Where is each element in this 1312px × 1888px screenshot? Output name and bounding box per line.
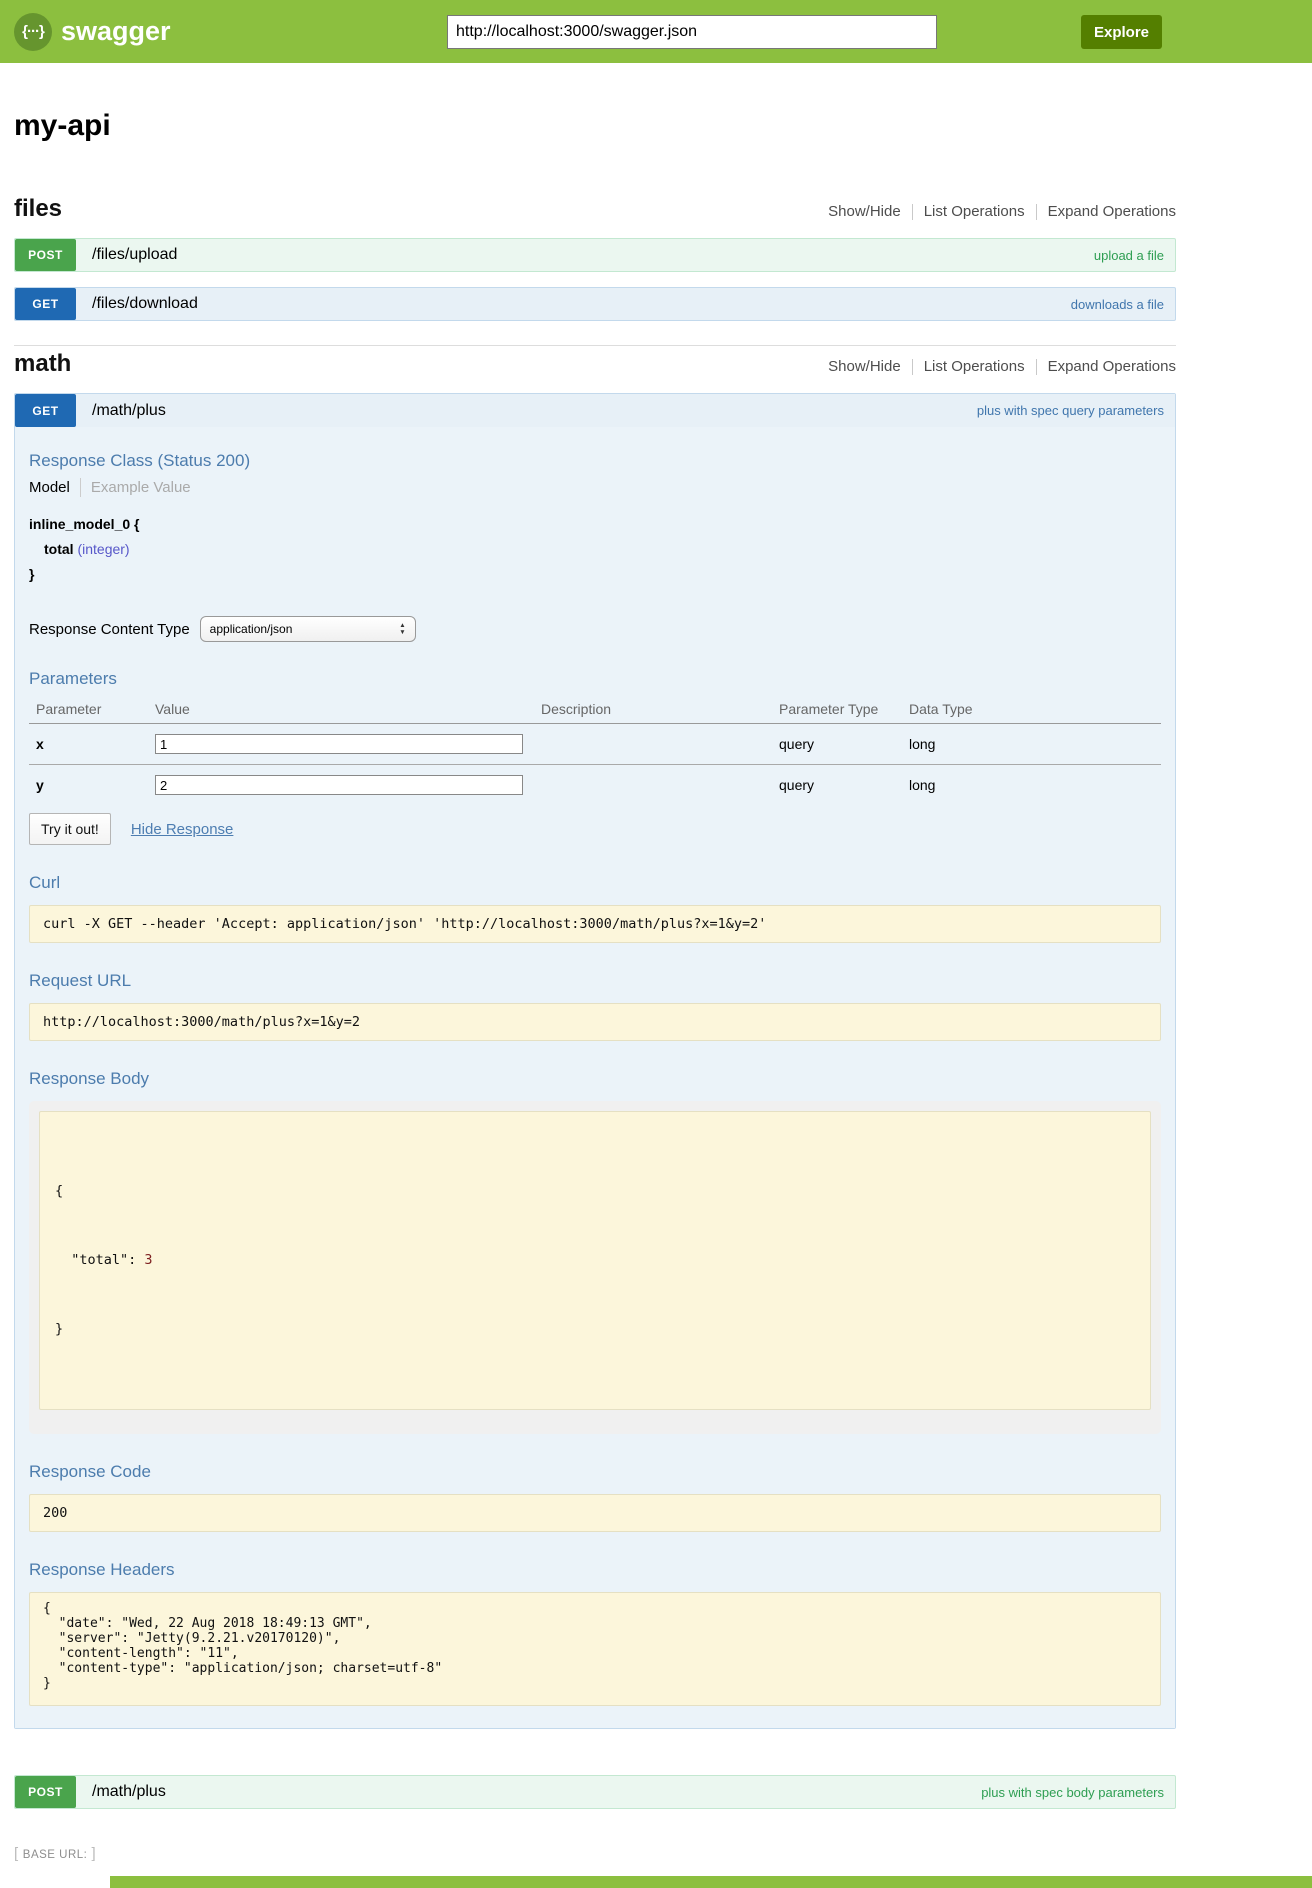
response-headers-json: { "date": "Wed, 22 Aug 2018 18:49:13 GMT… [29,1592,1161,1706]
parameter-x-input[interactable] [155,734,523,754]
math-section-header: math Show/Hide List Operations Expand Op… [14,350,1176,378]
curl-heading: Curl [29,873,1161,893]
col-header-parameter: Parameter [29,696,155,724]
operation-summary: downloads a file [1071,297,1164,312]
model-open-line: inline_model_0 { [29,512,1161,537]
parameter-y-input[interactable] [155,775,523,795]
response-content-type-row: Response Content Type application/json ▲… [29,616,1161,642]
parameters-table: Parameter Value Description Parameter Ty… [29,696,1161,805]
response-body-close-brace: } [55,1318,1135,1341]
operation-path-link[interactable]: /math/plus [92,1783,166,1801]
response-body-total-line: "total": 3 [55,1249,1135,1272]
operation-path-link[interactable]: /files/upload [92,246,177,264]
files-expand-operations-link[interactable]: Expand Operations [1037,203,1176,220]
files-section-controls: Show/Hide List Operations Expand Operati… [817,203,1176,220]
model-close-line: } [29,562,1161,587]
files-section-header: files Show/Hide List Operations Expand O… [14,195,1176,223]
operation-row-post-files-upload[interactable]: POST /files/upload upload a file [14,238,1176,272]
get-method-badge: GET [15,288,76,320]
math-expand-operations-link[interactable]: Expand Operations [1037,358,1176,375]
hide-response-link[interactable]: Hide Response [131,821,234,838]
json-key: "total": [71,1252,136,1268]
operation-detail-panel: Response Class (Status 200) Model Exampl… [15,427,1175,1728]
selected-content-type: application/json [210,622,293,636]
parameter-description [541,765,779,806]
operation-expanded-get-math-plus: GET /math/plus plus with spec query para… [14,393,1176,1729]
parameter-type: query [779,765,909,806]
bracket-open: [ [14,1845,19,1862]
json-value: 3 [144,1252,152,1268]
response-body-heading: Response Body [29,1069,1161,1089]
response-body-open-brace: { [55,1180,1135,1203]
files-show-hide-link[interactable]: Show/Hide [817,203,912,220]
operation-path-link[interactable]: /math/plus [92,402,166,420]
operation-summary: plus with spec query parameters [977,403,1164,418]
post-method-badge: POST [15,239,76,271]
response-body-container: { "total": 3 } [29,1101,1161,1434]
response-content-type-label: Response Content Type [29,621,190,638]
swagger-logo[interactable]: {···} swagger [14,13,171,51]
parameter-name: x [29,724,155,765]
parameter-type: query [779,724,909,765]
parameter-data-type: long [909,765,1161,806]
operation-path-link[interactable]: /files/download [92,295,198,313]
content-area: my-api files Show/Hide List Operations E… [0,109,1190,1809]
parameter-row-y: y query long [29,765,1161,806]
section-title-math[interactable]: math [14,350,71,378]
section-divider [14,345,1176,346]
curl-command: curl -X GET --header 'Accept: applicatio… [29,905,1161,943]
math-show-hide-link[interactable]: Show/Hide [817,358,912,375]
spec-url-input[interactable] [447,15,937,49]
response-body-code: { "total": 3 } [39,1111,1151,1410]
tab-divider [80,478,81,497]
operation-row-post-math-plus[interactable]: POST /math/plus plus with spec body para… [14,1775,1176,1809]
model-property-type: (integer) [77,541,129,557]
col-header-value: Value [155,696,541,724]
top-bar: {···} swagger Explore [0,0,1312,63]
model-property-line: total (integer) [29,537,1161,562]
post-method-badge: POST [15,1776,76,1808]
files-list-operations-link[interactable]: List Operations [913,203,1036,220]
operation-row-get-math-plus[interactable]: GET /math/plus plus with spec query para… [15,394,1175,427]
math-section-controls: Show/Hide List Operations Expand Operati… [817,358,1176,375]
parameters-heading: Parameters [29,669,1161,689]
response-content-type-select[interactable]: application/json ▲▼ [200,616,416,642]
tab-model[interactable]: Model [29,479,70,496]
base-url-footer: [ BASE URL: ] [14,1845,1312,1862]
operation-summary: upload a file [1094,248,1164,263]
explore-button[interactable]: Explore [1081,15,1162,49]
response-headers-heading: Response Headers [29,1560,1161,1580]
api-title: my-api [14,109,1176,143]
tab-example-value[interactable]: Example Value [91,479,191,496]
parameter-name: y [29,765,155,806]
section-title-files[interactable]: files [14,195,62,223]
parameter-description [541,724,779,765]
select-arrows-icon: ▲▼ [399,623,405,635]
model-tabs: Model Example Value [29,478,1161,497]
get-method-badge: GET [15,394,76,427]
col-header-parameter-type: Parameter Type [779,696,909,724]
model-signature: inline_model_0 { total (integer) } [29,512,1161,587]
response-code-value: 200 [29,1494,1161,1532]
math-list-operations-link[interactable]: List Operations [913,358,1036,375]
response-code-heading: Response Code [29,1462,1161,1482]
try-it-out-button[interactable]: Try it out! [29,813,111,845]
request-url-heading: Request URL [29,971,1161,991]
col-header-data-type: Data Type [909,696,1161,724]
response-class-heading: Response Class (Status 200) [29,451,1161,471]
bracket-close: ] [92,1845,97,1862]
try-it-out-row: Try it out! Hide Response [29,813,1161,845]
operation-summary: plus with spec body parameters [981,1785,1164,1800]
request-url-value: http://localhost:3000/math/plus?x=1&y=2 [29,1003,1161,1041]
col-header-description: Description [541,696,779,724]
model-property-name: total [44,541,74,557]
footer-green-bar [110,1876,1312,1888]
swagger-logo-text: swagger [61,16,171,47]
parameter-data-type: long [909,724,1161,765]
base-url-label: BASE URL: [23,1849,88,1861]
operation-row-get-files-download[interactable]: GET /files/download downloads a file [14,287,1176,321]
swagger-braces-icon: {···} [14,13,52,51]
parameter-row-x: x query long [29,724,1161,765]
